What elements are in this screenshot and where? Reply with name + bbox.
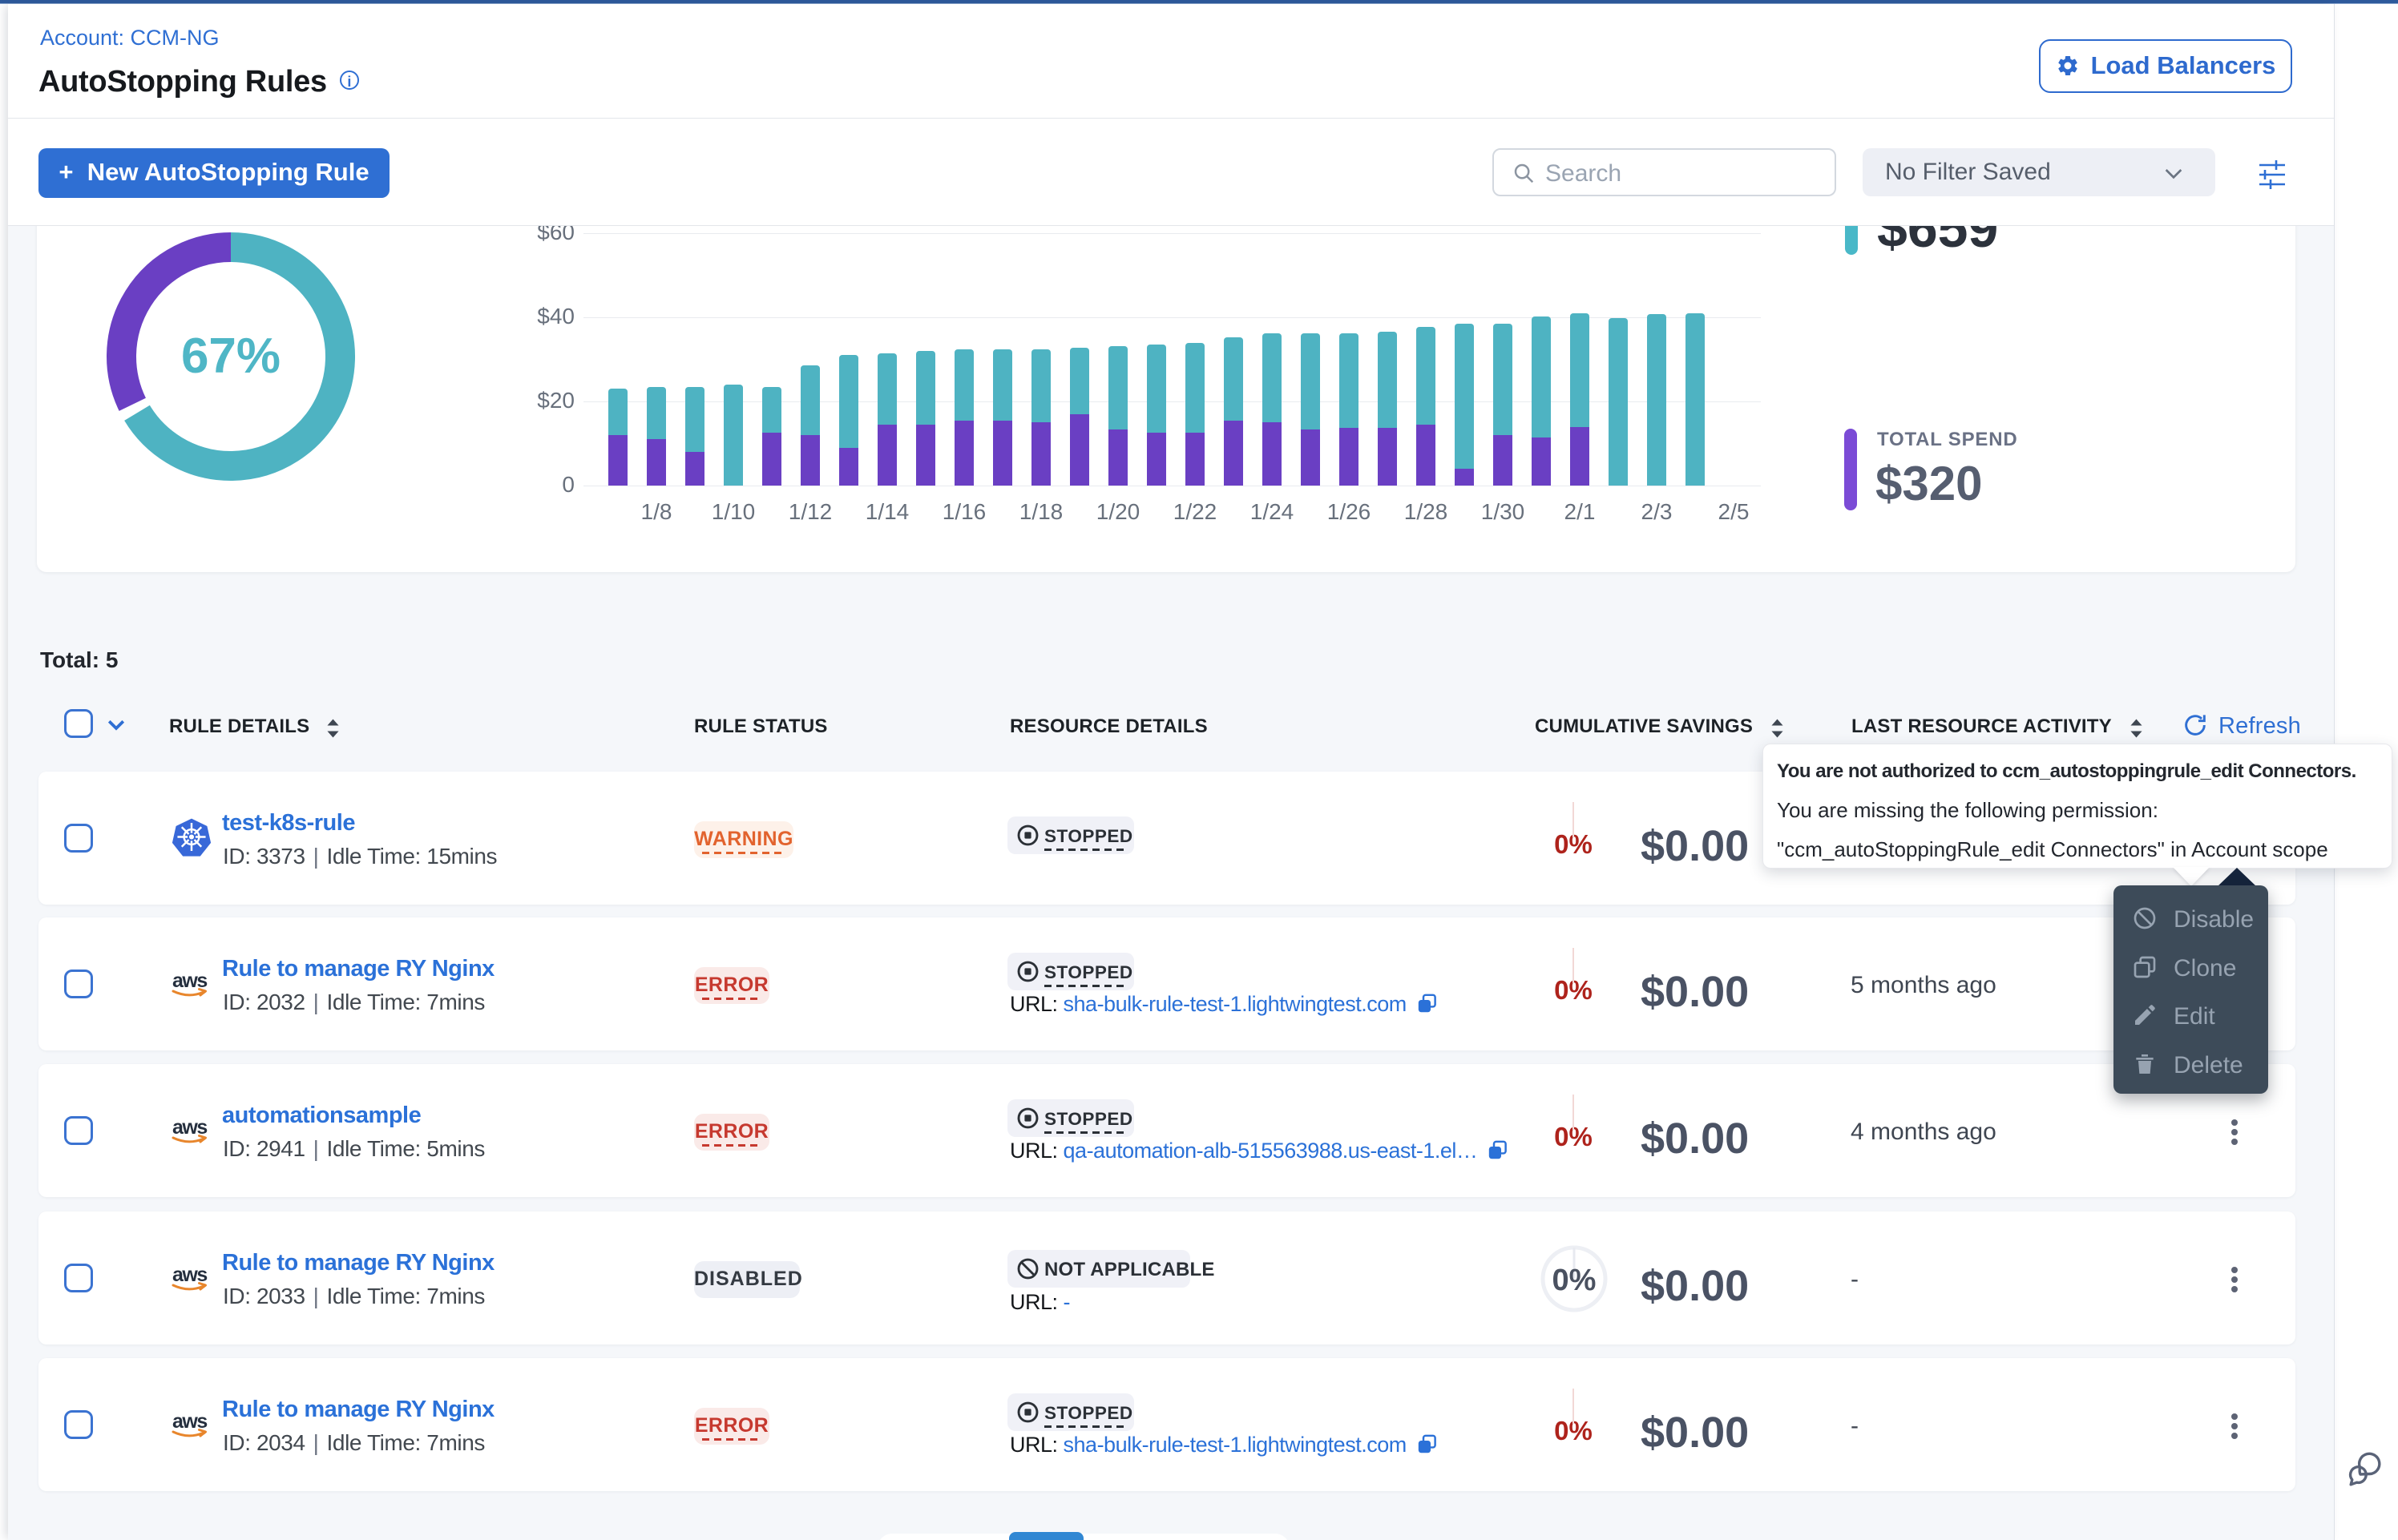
svg-text:0%: 0% [1552, 1264, 1597, 1297]
